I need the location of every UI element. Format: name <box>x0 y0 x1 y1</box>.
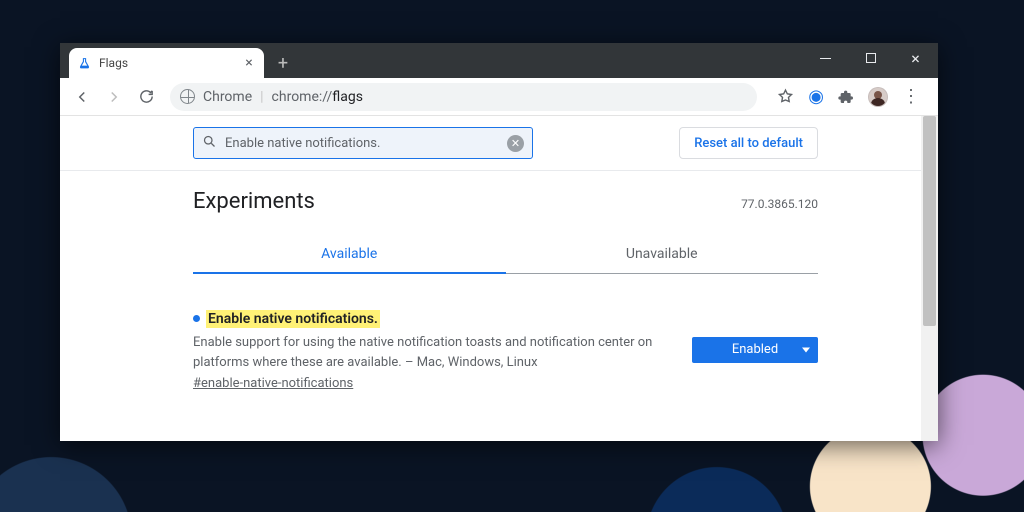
address-bar[interactable]: Chrome | chrome://flags <box>170 83 757 111</box>
new-tab-button[interactable]: + <box>270 50 296 76</box>
clear-search-icon[interactable]: ✕ <box>507 135 524 152</box>
address-path: chrome://flags <box>272 89 363 105</box>
reset-all-button[interactable]: Reset all to default <box>679 127 818 159</box>
flags-search[interactable]: ✕ <box>193 127 533 159</box>
toolbar-icons: ◉ ⋮ <box>767 86 930 107</box>
maximize-button[interactable] <box>848 43 893 73</box>
version-text: 77.0.3865.120 <box>741 197 818 211</box>
extensions-icon[interactable] <box>838 89 854 105</box>
forward-button <box>100 83 128 111</box>
flask-icon <box>77 56 91 70</box>
bookmark-star-icon[interactable] <box>777 88 794 105</box>
address-separator: | <box>260 89 263 105</box>
flags-body: Experiments 77.0.3865.120 Available Unav… <box>193 189 818 391</box>
search-icon <box>202 134 217 153</box>
flag-description: Enable support for using the native noti… <box>193 333 674 372</box>
toolbar: Chrome | chrome://flags ◉ ⋮ <box>60 78 938 116</box>
flags-topbar: ✕ Reset all to default <box>60 116 921 171</box>
content-area: ✕ Reset all to default Experiments 77.0.… <box>60 116 938 441</box>
flag-hash-link[interactable]: #enable-native-notifications <box>193 376 353 391</box>
address-scheme: Chrome <box>203 89 252 105</box>
flag-state-select[interactable]: Enabled <box>692 337 818 363</box>
menu-icon[interactable]: ⋮ <box>902 88 920 106</box>
extension-badge-icon[interactable]: ◉ <box>808 86 824 107</box>
back-button[interactable] <box>68 83 96 111</box>
minimize-button[interactable] <box>803 43 848 73</box>
close-window-button[interactable]: × <box>893 43 938 73</box>
tab-available[interactable]: Available <box>193 236 506 274</box>
page-title: Experiments <box>193 189 315 214</box>
profile-avatar[interactable] <box>868 87 888 107</box>
titlebar: Flags × + × <box>60 43 938 78</box>
modified-dot-icon <box>193 315 200 322</box>
window-controls: × <box>803 43 938 73</box>
flags-tabs: Available Unavailable <box>193 236 818 274</box>
tab-unavailable[interactable]: Unavailable <box>506 236 819 274</box>
flag-title: Enable native notifications. <box>206 310 380 328</box>
globe-icon <box>180 89 195 104</box>
flags-page: ✕ Reset all to default Experiments 77.0.… <box>60 116 921 441</box>
tab-title: Flags <box>99 56 234 70</box>
tab-close-icon[interactable]: × <box>242 56 256 70</box>
heading-row: Experiments 77.0.3865.120 <box>193 189 818 214</box>
browser-window: Flags × + × Chrome | chrome://flags <box>60 43 938 441</box>
flag-control: Enabled <box>692 308 818 391</box>
flag-entry: Enable native notifications. Enable supp… <box>193 308 818 391</box>
browser-tab[interactable]: Flags × <box>69 48 264 78</box>
scrollbar-thumb[interactable] <box>923 116 936 326</box>
scrollbar[interactable] <box>921 116 938 441</box>
search-input[interactable] <box>225 136 499 151</box>
reload-button[interactable] <box>132 83 160 111</box>
flag-info: Enable native notifications. Enable supp… <box>193 308 674 391</box>
